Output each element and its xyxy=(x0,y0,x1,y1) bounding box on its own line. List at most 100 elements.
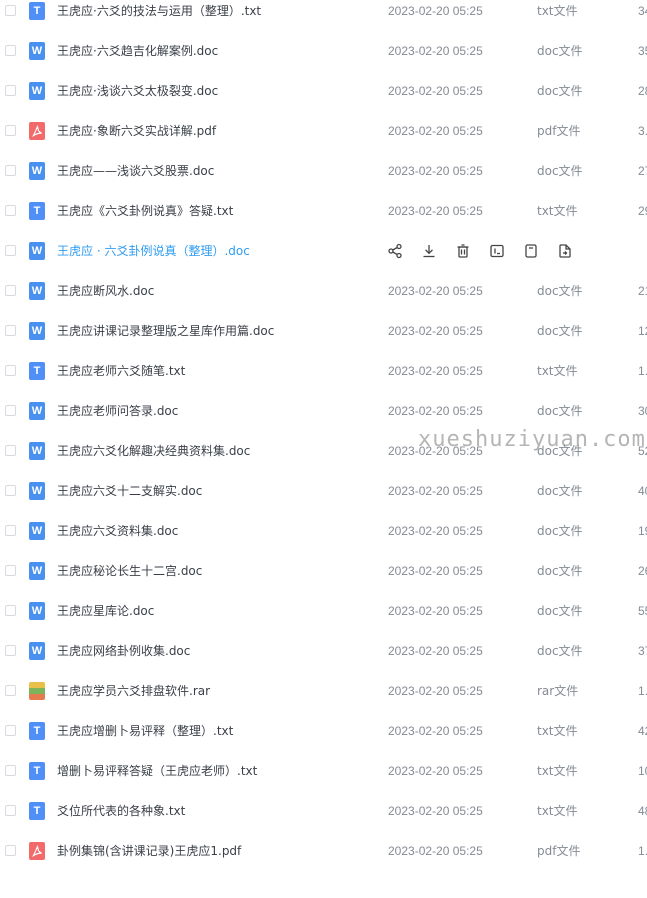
download-icon[interactable] xyxy=(420,242,438,260)
file-name[interactable]: 王虎应 · 六爻卦例说真（整理）.doc xyxy=(57,242,250,260)
file-date: 2023-02-20 05:25 xyxy=(388,844,483,858)
row-checkbox[interactable] xyxy=(5,45,16,56)
row-checkbox[interactable] xyxy=(5,125,16,136)
delete-icon[interactable] xyxy=(454,242,472,260)
file-row[interactable]: W 王虎应六爻十二支解实.doc 2023-02-20 05:25 doc文件 40 xyxy=(0,471,647,511)
file-name[interactable]: 王虎应·浅谈六爻太极裂变.doc xyxy=(57,82,218,100)
file-type: txt文件 xyxy=(537,804,578,818)
file-row[interactable]: W 王虎应——浅谈六爻股票.doc 2023-02-20 05:25 doc文件 27 xyxy=(0,151,647,191)
file-name[interactable]: 王虎应断风水.doc xyxy=(57,282,154,300)
share-icon[interactable] xyxy=(386,242,404,260)
row-checkbox[interactable] xyxy=(5,605,16,616)
doc-file-icon: W xyxy=(29,442,45,460)
file-date: 2023-02-20 05:25 xyxy=(388,804,483,818)
file-type: doc文件 xyxy=(537,284,583,298)
row-checkbox[interactable] xyxy=(5,245,16,256)
file-name[interactable]: 王虎应六爻资料集.doc xyxy=(57,522,178,540)
file-row[interactable]: T 王虎应增删卜易评释（整理）.txt 2023-02-20 05:25 txt文件 4… xyxy=(0,711,647,751)
file-name[interactable]: 王虎应学员六爻排盘软件.rar xyxy=(57,682,210,700)
txt-file-icon: T xyxy=(29,802,45,820)
row-checkbox[interactable] xyxy=(5,285,16,296)
file-row[interactable]: 卦例集锦(含讲课记录)王虎应1.pdf 2023-02-20 05:25 pdf文件… xyxy=(0,831,647,871)
file-type: doc文件 xyxy=(537,564,583,578)
doc-file-icon: W xyxy=(29,522,45,540)
row-checkbox[interactable] xyxy=(5,85,16,96)
file-size: 3. xyxy=(638,124,647,138)
pdf-file-icon xyxy=(29,842,45,860)
file-row[interactable]: W 王虎应老师问答录.doc 2023-02-20 05:25 doc文件 30 xyxy=(0,391,647,431)
file-size: 29 xyxy=(638,204,647,218)
file-row[interactable]: T 王虎应《六爻卦例说真》答疑.txt 2023-02-20 05:25 txt文件 2… xyxy=(0,191,647,231)
file-size: 40 xyxy=(638,484,647,498)
file-name[interactable]: 王虎应·六爻的技法与运用（整理）.txt xyxy=(57,2,261,20)
file-name[interactable]: 王虎应讲课记录整理版之星库作用篇.doc xyxy=(57,322,274,340)
file-row[interactable]: W 王虎应·浅谈六爻太极裂变.doc 2023-02-20 05:25 doc文件 28 xyxy=(0,71,647,111)
file-name[interactable]: 王虎应六爻十二支解实.doc xyxy=(57,482,202,500)
row-checkbox[interactable] xyxy=(5,445,16,456)
file-name[interactable]: 卦例集锦(含讲课记录)王虎应1.pdf xyxy=(57,842,241,860)
row-checkbox[interactable] xyxy=(5,405,16,416)
file-name[interactable]: 王虎应——浅谈六爻股票.doc xyxy=(57,162,214,180)
row-checkbox[interactable] xyxy=(5,765,16,776)
rename-icon[interactable] xyxy=(488,242,506,260)
file-date: 2023-02-20 05:25 xyxy=(388,4,483,18)
file-row[interactable]: T 王虎应老师六爻随笔.txt 2023-02-20 05:25 txt文件 1. xyxy=(0,351,647,391)
file-type: doc文件 xyxy=(537,84,583,98)
row-checkbox[interactable] xyxy=(5,165,16,176)
row-checkbox[interactable] xyxy=(5,5,16,16)
file-row[interactable]: W 王虎应秘论长生十二宫.doc 2023-02-20 05:25 doc文件 26 xyxy=(0,551,647,591)
file-row[interactable]: T 王虎应·六爻的技法与运用（整理）.txt 2023-02-20 05:25 txt… xyxy=(0,0,647,31)
file-name[interactable]: 王虎应老师问答录.doc xyxy=(57,402,178,420)
file-row[interactable]: T 增删卜易评释答疑（王虎应老师）.txt 2023-02-20 05:25 txt文… xyxy=(0,751,647,791)
doc-file-icon: W xyxy=(29,82,45,100)
row-checkbox[interactable] xyxy=(5,805,16,816)
file-row[interactable]: W 王虎应断风水.doc 2023-02-20 05:25 doc文件 21 xyxy=(0,271,647,311)
doc-file-icon: W xyxy=(29,322,45,340)
file-row[interactable]: 王虎应学员六爻排盘软件.rar 2023-02-20 05:25 rar文件 1. xyxy=(0,671,647,711)
file-name[interactable]: 王虎应六爻化解趣决经典资料集.doc xyxy=(57,442,250,460)
file-name[interactable]: 王虎应星库论.doc xyxy=(57,602,154,620)
file-row[interactable]: W 王虎应 · 六爻卦例说真（整理）.doc xyxy=(0,231,647,271)
file-size: 12 xyxy=(638,324,647,338)
file-row[interactable]: W 王虎应六爻资料集.doc 2023-02-20 05:25 doc文件 19 xyxy=(0,511,647,551)
file-row[interactable]: 王虎应·象断六爻实战详解.pdf 2023-02-20 05:25 pdf文件 3. xyxy=(0,111,647,151)
file-row[interactable]: W 王虎应·六爻趋吉化解案例.doc 2023-02-20 05:25 doc文件 35 xyxy=(0,31,647,71)
file-row[interactable]: W 王虎应网络卦例收集.doc 2023-02-20 05:25 doc文件 37 xyxy=(0,631,647,671)
file-row[interactable]: T 爻位所代表的各种象.txt 2023-02-20 05:25 txt文件 48 xyxy=(0,791,647,831)
row-checkbox[interactable] xyxy=(5,365,16,376)
file-type: pdf文件 xyxy=(537,124,581,138)
file-date: 2023-02-20 05:25 xyxy=(388,164,483,178)
row-checkbox[interactable] xyxy=(5,725,16,736)
file-name[interactable]: 爻位所代表的各种象.txt xyxy=(57,802,185,820)
file-size: 35 xyxy=(638,44,647,58)
file-row[interactable]: W 王虎应讲课记录整理版之星库作用篇.doc 2023-02-20 05:25 doc… xyxy=(0,311,647,351)
file-name[interactable]: 王虎应·六爻趋吉化解案例.doc xyxy=(57,42,218,60)
doc-file-icon: W xyxy=(29,402,45,420)
file-size: 48 xyxy=(638,804,647,818)
file-row[interactable]: W 王虎应星库论.doc 2023-02-20 05:25 doc文件 55 xyxy=(0,591,647,631)
file-name[interactable]: 王虎应秘论长生十二宫.doc xyxy=(57,562,202,580)
row-checkbox[interactable] xyxy=(5,565,16,576)
row-checkbox[interactable] xyxy=(5,205,16,216)
row-checkbox[interactable] xyxy=(5,645,16,656)
row-checkbox[interactable] xyxy=(5,845,16,856)
file-name[interactable]: 王虎应《六爻卦例说真》答疑.txt xyxy=(57,202,233,220)
file-date: 2023-02-20 05:25 xyxy=(388,364,483,378)
file-date: 2023-02-20 05:25 xyxy=(388,524,483,538)
file-size: 27 xyxy=(638,164,647,178)
row-checkbox[interactable] xyxy=(5,485,16,496)
file-type: txt文件 xyxy=(537,364,578,378)
row-checkbox[interactable] xyxy=(5,325,16,336)
file-size: 26 xyxy=(638,564,647,578)
copy-icon[interactable] xyxy=(522,242,540,260)
move-icon[interactable] xyxy=(556,242,574,260)
file-size: 21 xyxy=(638,284,647,298)
row-checkbox[interactable] xyxy=(5,685,16,696)
file-name[interactable]: 王虎应网络卦例收集.doc xyxy=(57,642,190,660)
file-name[interactable]: 王虎应老师六爻随笔.txt xyxy=(57,362,185,380)
row-checkbox[interactable] xyxy=(5,525,16,536)
file-name[interactable]: 增删卜易评释答疑（王虎应老师）.txt xyxy=(57,762,257,780)
file-name[interactable]: 王虎应增删卜易评释（整理）.txt xyxy=(57,722,233,740)
file-name[interactable]: 王虎应·象断六爻实战详解.pdf xyxy=(57,122,216,140)
file-type: rar文件 xyxy=(537,684,579,698)
